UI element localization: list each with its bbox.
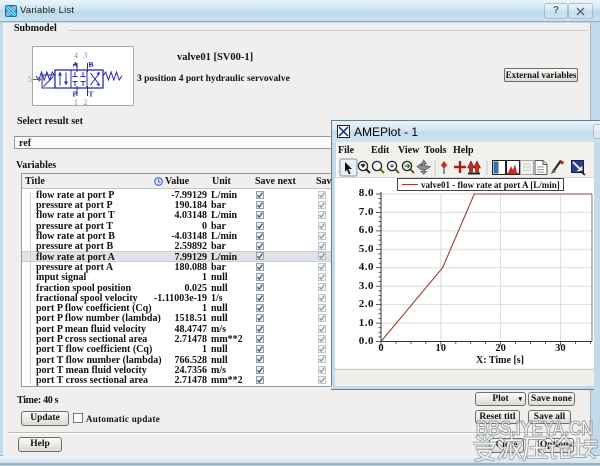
svg-text:2: 2 [84,98,88,107]
svg-text:B: B [89,60,94,69]
svg-text:3: 3 [84,51,88,60]
svg-text:A: A [73,60,79,69]
svg-text:T: T [89,90,94,99]
svg-text:4: 4 [74,51,78,60]
svg-text:1: 1 [74,98,78,107]
svg-text:5: 5 [28,75,32,84]
